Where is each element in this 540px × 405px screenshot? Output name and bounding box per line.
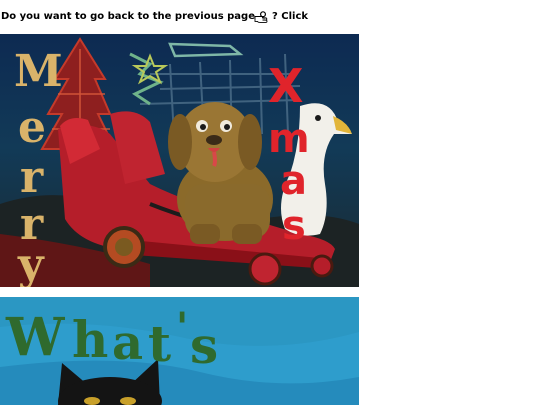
svg-text:M: M — [14, 46, 63, 97]
svg-text:s: s — [190, 316, 218, 375]
svg-text:': ' — [176, 304, 188, 351]
svg-text:r: r — [20, 152, 44, 203]
svg-text:X: X — [268, 59, 303, 113]
svg-text:a: a — [112, 315, 143, 371]
pointing-hand-icon[interactable] — [254, 10, 268, 23]
click-label: ? Click — [272, 10, 309, 22]
svg-text:m: m — [268, 116, 310, 162]
whats-painting: W h a t ' s — [0, 297, 359, 405]
svg-text:W: W — [5, 307, 66, 368]
svg-text:t: t — [148, 314, 171, 373]
back-question: Do you want to go back to the previous p… — [1, 10, 255, 22]
svg-text:h: h — [72, 310, 108, 369]
svg-text:e: e — [18, 102, 46, 153]
svg-text:s: s — [282, 203, 306, 249]
svg-text:y: y — [17, 239, 45, 287]
svg-text:a: a — [280, 158, 307, 204]
page: Do you want to go back to the previous p… — [0, 0, 540, 405]
merry-xmas-painting: M e r r y X m a s — [0, 34, 359, 287]
